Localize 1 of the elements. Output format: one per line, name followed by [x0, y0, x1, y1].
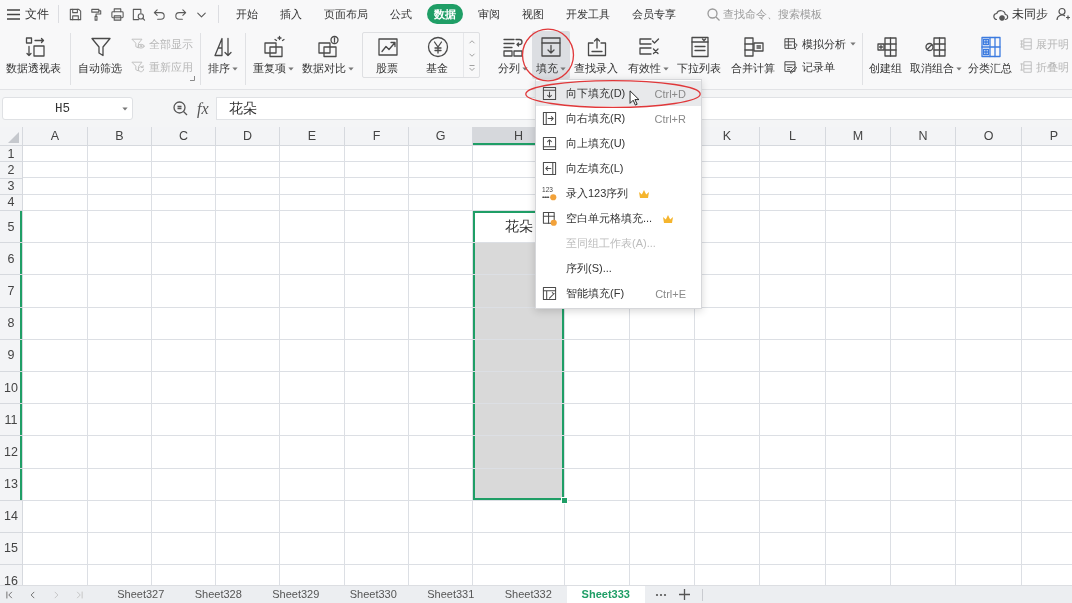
cell-value: 花朵	[504, 217, 533, 236]
